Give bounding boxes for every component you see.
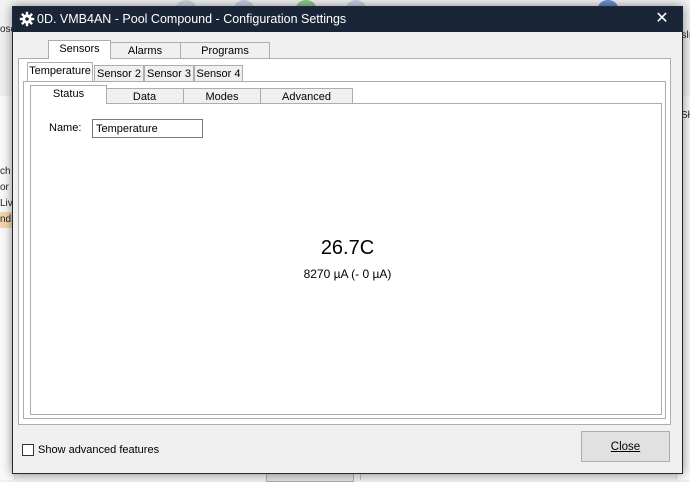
tab-sensor-2[interactable]: Sensor 2 [94,65,144,82]
tab-label: Sensor 2 [96,68,142,80]
close-icon: ✕ [655,10,669,27]
tab-sensor-3[interactable]: Sensor 3 [144,65,194,82]
tab-temperature[interactable]: Temperature [27,62,93,81]
tab-label: Alarms [127,45,163,57]
close-button[interactable]: Close [581,431,670,462]
gear-icon [19,11,35,27]
window-close-button[interactable]: ✕ [652,9,672,29]
tab-status[interactable]: Status [30,85,107,104]
tab-sensors[interactable]: Sensors [48,40,111,59]
background-text: nd [0,214,12,225]
title-bar[interactable]: 0D. VMB4AN - Pool Compound - Configurati… [13,7,682,32]
tab-label: Sensors [59,43,100,55]
name-label: Name: [49,122,82,134]
tab-label: Data [132,91,157,103]
tab-sensor-4[interactable]: Sensor 4 [194,65,243,82]
show-advanced-label[interactable]: Show advanced features [38,444,159,456]
background-text: Liv [0,198,13,209]
name-input[interactable] [92,119,203,138]
tab-label: Advanced [282,91,331,103]
tab-label: Modes [205,91,239,103]
tab-label: Status [52,88,85,100]
window-title: 0D. VMB4AN - Pool Compound - Configurati… [37,12,347,26]
tab-label: Sensor 4 [196,68,241,80]
temperature-reading: 26.7C [320,237,375,259]
tab-label: Temperature [29,65,91,77]
configuration-dialog: 0D. VMB4AN - Pool Compound - Configurati… [12,6,683,474]
tab-label: Programs [201,45,249,57]
show-advanced-checkbox[interactable] [22,444,34,456]
tab-label: Sensor 3 [146,68,192,80]
tab-programs[interactable]: Programs [180,42,270,59]
tab-alarms[interactable]: Alarms [109,42,181,59]
background-text: or [0,182,9,193]
current-reading: 8270 µA (- 0 µA) [303,267,392,281]
